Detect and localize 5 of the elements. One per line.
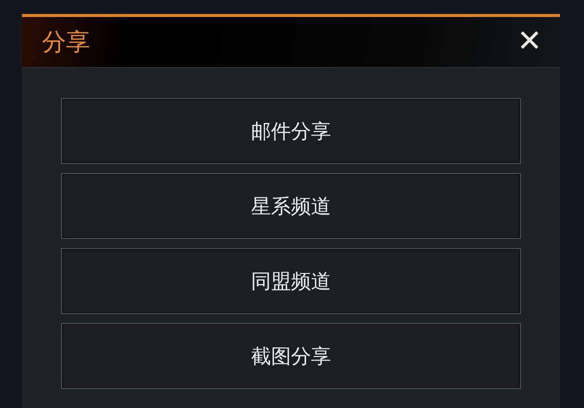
share-option-button[interactable]: 同盟频道 — [61, 248, 521, 314]
share-option-button[interactable]: 邮件分享 — [61, 98, 521, 164]
share-option-button[interactable]: 截图分享 — [61, 323, 521, 389]
share-option-button[interactable]: 星系频道 — [61, 173, 521, 239]
dialog-title: 分享 — [42, 27, 90, 58]
